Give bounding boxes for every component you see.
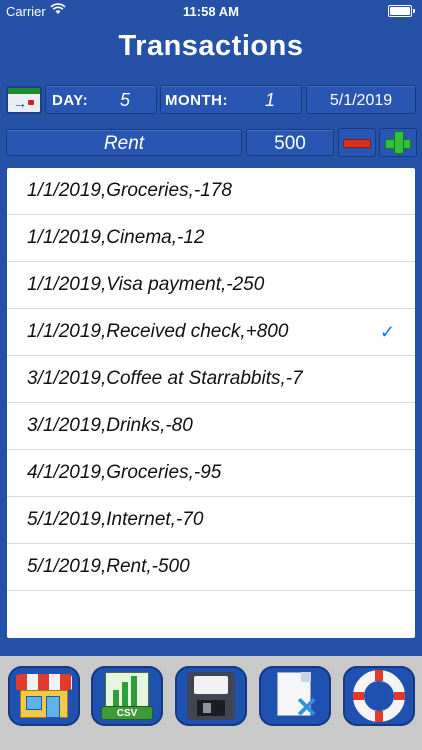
- save-button[interactable]: [175, 666, 247, 726]
- delete-file-button[interactable]: ✕: [259, 666, 331, 726]
- month-value: 1: [265, 90, 276, 110]
- minus-icon: [343, 139, 371, 148]
- transaction-text: 1/1/2019,Received check,+800: [27, 321, 289, 342]
- list-item[interactable]: 5/1/2019,Rent,-500: [7, 544, 415, 591]
- checkmark-icon: ✓: [379, 322, 395, 342]
- transaction-text: 3/1/2019,Drinks,-80: [27, 415, 193, 436]
- list-item[interactable]: 4/1/2019,Groceries,-95: [7, 450, 415, 497]
- transaction-text: 1/1/2019,Visa payment,-250: [27, 274, 265, 295]
- day-value: 5: [120, 90, 131, 110]
- month-selector[interactable]: MONTH: 1: [160, 85, 302, 114]
- transaction-list[interactable]: 1/1/2019,Groceries,-178 1/1/2019,Cinema,-…: [7, 168, 415, 638]
- transaction-text: 4/1/2019,Groceries,-95: [27, 462, 222, 483]
- list-item[interactable]: 5/1/2019,Internet,-70: [7, 497, 415, 544]
- description-field[interactable]: Rent: [6, 129, 242, 156]
- month-label: MONTH:: [165, 92, 228, 109]
- list-item[interactable]: 3/1/2019,Coffee at Starrabbits,-7: [7, 356, 415, 403]
- day-selector[interactable]: DAY: 5: [45, 85, 157, 114]
- battery-icon: [388, 5, 415, 17]
- page-title: Transactions: [118, 30, 304, 62]
- add-button[interactable]: [379, 128, 417, 157]
- transaction-text: 5/1/2019,Internet,-70: [27, 509, 204, 530]
- list-item[interactable]: 1/1/2019,Groceries,-178: [7, 168, 415, 215]
- list-item[interactable]: 1/1/2019,Received check,+800 ✓: [7, 309, 415, 356]
- csv-label: CSV: [101, 706, 153, 720]
- calendar-today-icon[interactable]: →: [6, 86, 42, 114]
- store-button[interactable]: [8, 666, 80, 726]
- help-button[interactable]: [343, 666, 415, 726]
- description-value: Rent: [103, 133, 145, 154]
- status-bar: Carrier 11:58 AM: [0, 0, 422, 22]
- amount-value: 500: [274, 133, 306, 154]
- list-item[interactable]: 3/1/2019,Drinks,-80: [7, 403, 415, 450]
- bottom-toolbar: CSV ✕: [0, 656, 422, 750]
- status-time: 11:58 AM: [183, 4, 239, 19]
- transaction-text: 3/1/2019,Coffee at Starrabbits,-7: [27, 368, 303, 389]
- subtract-button[interactable]: [338, 128, 376, 157]
- list-item[interactable]: 1/1/2019,Visa payment,-250: [7, 262, 415, 309]
- list-item[interactable]: 1/1/2019,Cinema,-12: [7, 215, 415, 262]
- transaction-text: 1/1/2019,Cinema,-12: [27, 227, 205, 248]
- date-value: 5/1/2019: [329, 92, 393, 109]
- transaction-text: 1/1/2019,Groceries,-178: [27, 180, 232, 201]
- date-field[interactable]: 5/1/2019: [306, 85, 416, 114]
- amount-field[interactable]: 500: [246, 129, 334, 156]
- csv-export-button[interactable]: CSV: [91, 666, 163, 726]
- day-label: DAY:: [52, 92, 89, 109]
- transaction-text: 5/1/2019,Rent,-500: [27, 556, 190, 577]
